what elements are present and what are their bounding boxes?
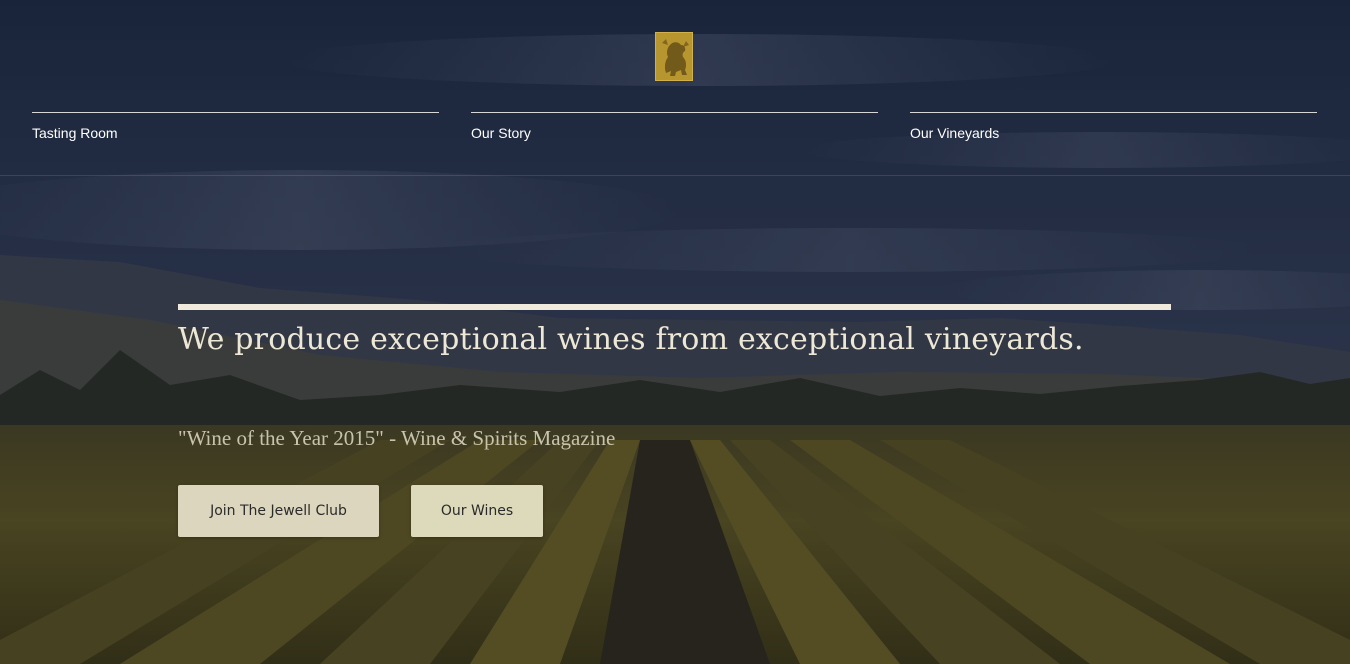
header-divider [0,175,1350,176]
lion-crest-icon [662,39,689,76]
nav-item-label: Tasting Room [32,125,118,141]
award-quote: "Wine of the Year 2015" - Wine & Spirits… [178,426,616,450]
lion-crest-logo[interactable] [655,32,693,81]
hero-headline: We produce exceptional wines from except… [178,322,1084,357]
nav-item-our-story[interactable]: Our Story [471,112,878,153]
nav-item-label: Our Story [471,125,531,141]
nav-item-our-vineyards[interactable]: Our Vineyards [910,112,1317,153]
our-wines-button[interactable]: Our Wines [411,485,543,537]
hero-section: Tasting Room Our Story Our Vineyards We … [0,0,1350,664]
nav-item-tasting-room[interactable]: Tasting Room [32,112,439,153]
nav-item-label: Our Vineyards [910,125,1000,141]
headline-rule [178,304,1171,310]
join-club-button[interactable]: Join The Jewell Club [178,485,379,537]
